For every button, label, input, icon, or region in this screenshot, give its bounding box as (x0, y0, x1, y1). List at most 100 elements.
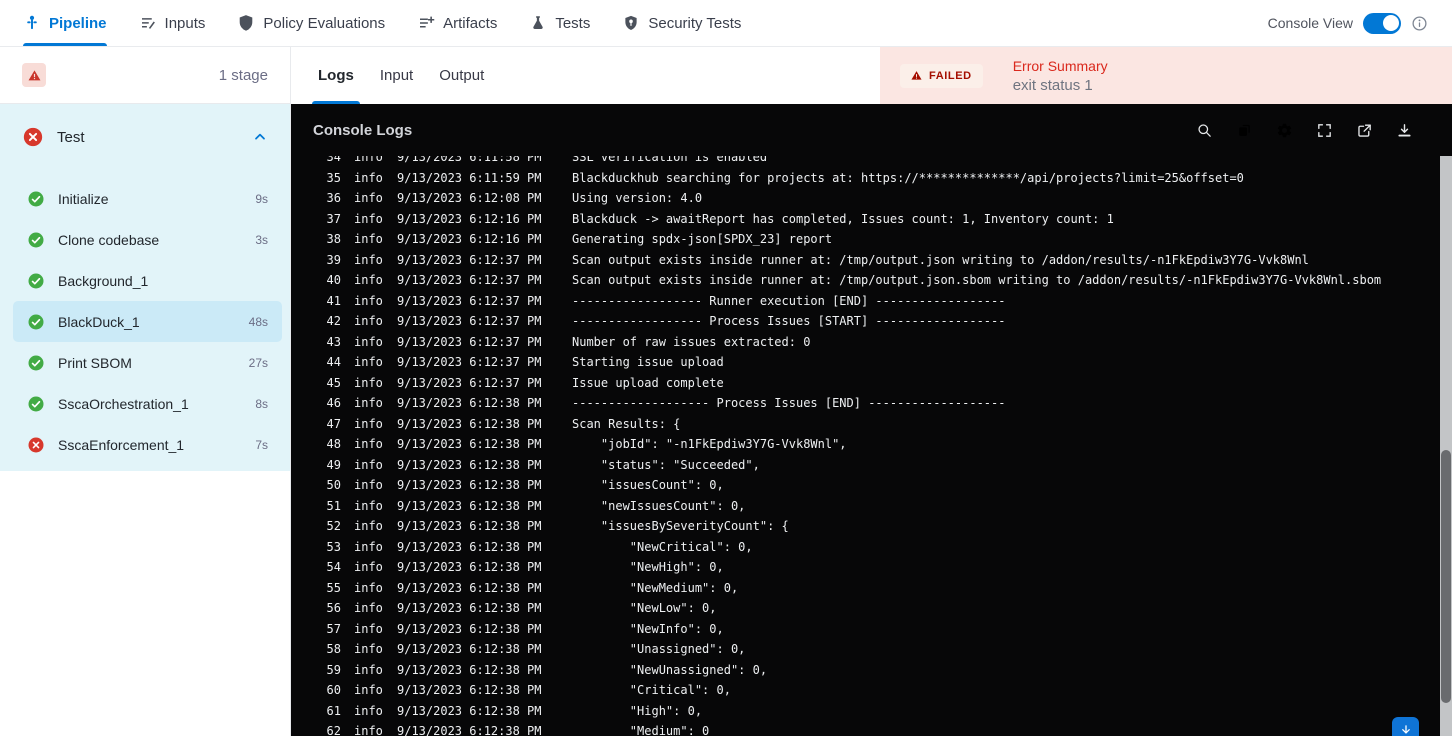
log-message: Scan output exists inside runner at: /tm… (572, 273, 1382, 287)
log-message: "NewInfo": 0, (572, 621, 724, 636)
log-message: ------------------- Process Issues [END]… (572, 396, 1006, 410)
log-line: 45 info 9/13/2023 6:12:37 PM Issue uploa… (291, 373, 1440, 394)
artifacts-icon (420, 16, 435, 28)
log-line: 41 info 9/13/2023 6:12:37 PM -----------… (291, 291, 1440, 312)
toggle-knob (1382, 15, 1399, 31)
log-line-number: 39 (326, 252, 341, 267)
policy-shield-check-icon (240, 15, 253, 31)
tab-security-tests[interactable]: Security Tests (622, 0, 741, 46)
copy-icon[interactable] (1236, 122, 1253, 139)
console-view-label: Console View (1267, 15, 1353, 31)
tab-tests[interactable]: Tests (529, 0, 590, 46)
log-line-number: 60 (326, 683, 341, 697)
fullscreen-icon[interactable] (1316, 122, 1333, 139)
log-level: info (354, 293, 383, 308)
error-summary-text: Error Summary exit status 1 (1013, 58, 1108, 94)
log-timestamp: 9/13/2023 6:12:38 PM (397, 498, 542, 513)
log-line-number: 36 (326, 191, 341, 205)
chevron-up-icon[interactable] (252, 129, 268, 145)
scroll-to-bottom-button[interactable] (1392, 717, 1419, 736)
content-area: 1 stage Test Initialize 9s Clone codebas… (0, 47, 1452, 736)
step-status-icon (27, 436, 45, 454)
log-line: 52 info 9/13/2023 6:12:38 PM "issuesBySe… (291, 516, 1440, 537)
step-name: Background_1 (58, 272, 149, 289)
tab-artifacts[interactable]: Artifacts (417, 0, 497, 46)
log-timestamp: 9/13/2023 6:12:38 PM (397, 683, 542, 697)
log-line-number: 48 (326, 437, 341, 451)
log-level: info (354, 211, 383, 226)
log-level: info (354, 252, 383, 267)
log-timestamp: 9/13/2023 6:12:38 PM (397, 457, 542, 472)
download-icon[interactable] (1396, 122, 1413, 139)
step-status-icon (27, 313, 45, 331)
search-icon[interactable] (1196, 122, 1213, 139)
log-line: 58 info 9/13/2023 6:12:38 PM "Unassigned… (291, 639, 1440, 660)
log-line: 51 info 9/13/2023 6:12:38 PM "newIssuesC… (291, 496, 1440, 517)
log-line: 44 info 9/13/2023 6:12:37 PM Starting is… (291, 352, 1440, 373)
log-lines: 34 info 9/13/2023 6:11:58 PM SSL verific… (291, 156, 1440, 736)
step-row[interactable]: SscaOrchestration_1 8s (13, 383, 282, 424)
step-row[interactable]: Initialize 9s (13, 178, 282, 219)
log-line: 48 info 9/13/2023 6:12:38 PM "jobId": "-… (291, 434, 1440, 455)
tab-logs[interactable]: Logs (305, 47, 367, 104)
console-view-toggle[interactable] (1363, 12, 1401, 34)
step-name: Initialize (58, 190, 109, 207)
log-timestamp: 9/13/2023 6:12:38 PM (397, 703, 542, 718)
log-line: 60 info 9/13/2023 6:12:38 PM "Critical":… (291, 680, 1440, 701)
log-timestamp: 9/13/2023 6:12:37 PM (397, 334, 542, 349)
tab-input-label: Input (379, 67, 414, 84)
info-icon[interactable] (1411, 15, 1428, 32)
stage-header-test[interactable]: Test (0, 104, 290, 170)
log-line: 40 info 9/13/2023 6:12:37 PM Scan output… (291, 270, 1440, 291)
step-row[interactable]: SscaEnforcement_1 7s (13, 424, 282, 465)
log-timestamp: 9/13/2023 6:12:38 PM (397, 621, 542, 636)
settings-gear-icon[interactable] (1276, 122, 1293, 139)
console-log-area[interactable]: 34 info 9/13/2023 6:11:58 PM SSL verific… (291, 156, 1440, 736)
log-timestamp: 9/13/2023 6:12:38 PM (397, 580, 542, 595)
tab-output[interactable]: Output (426, 47, 497, 104)
log-line-number: 43 (326, 334, 341, 349)
log-level: info (354, 170, 383, 185)
log-message: ------------------ Runner execution [END… (572, 293, 1006, 308)
tab-policy-evaluations[interactable]: Policy Evaluations (237, 0, 385, 46)
log-timestamp: 9/13/2023 6:12:37 PM (397, 355, 542, 369)
log-level: info (354, 580, 383, 595)
tab-input[interactable]: Input (367, 47, 426, 104)
log-message: "NewLow": 0, (572, 601, 717, 615)
log-line-number: 54 (326, 560, 341, 574)
log-level: info (354, 662, 383, 677)
log-line: 55 info 9/13/2023 6:12:38 PM "NewMedium"… (291, 578, 1440, 599)
log-level: info (354, 703, 383, 718)
log-line: 54 info 9/13/2023 6:12:38 PM "NewHigh": … (291, 557, 1440, 578)
log-timestamp: 9/13/2023 6:12:37 PM (397, 293, 542, 308)
log-timestamp: 9/13/2023 6:12:38 PM (397, 416, 542, 431)
log-level: info (354, 273, 383, 287)
log-message: "NewHigh": 0, (572, 560, 724, 574)
log-line-number: 45 (326, 375, 341, 390)
step-row[interactable]: Background_1 (13, 260, 282, 301)
log-line-number: 37 (326, 211, 341, 226)
scrollbar-thumb[interactable] (1441, 450, 1451, 703)
log-line-number: 61 (326, 703, 341, 718)
log-level: info (354, 724, 383, 736)
warning-triangle-icon (911, 71, 922, 80)
step-row[interactable]: Clone codebase 3s (13, 219, 282, 260)
tab-inputs[interactable]: Inputs (139, 0, 205, 46)
tab-policy-evaluations-label: Policy Evaluations (263, 14, 386, 32)
log-level: info (354, 396, 383, 410)
log-line-number: 41 (326, 293, 341, 308)
failed-badge-label: FAILED (929, 69, 972, 82)
step-row[interactable]: Print SBOM 27s (13, 342, 282, 383)
console-scrollbar[interactable] (1440, 156, 1452, 736)
tab-pipeline[interactable]: Pipeline (23, 0, 107, 46)
step-row[interactable]: BlackDuck_1 48s (13, 301, 282, 342)
open-in-new-icon[interactable] (1356, 122, 1373, 139)
log-level: info (354, 498, 383, 513)
log-message: Scan output exists inside runner at: /tm… (572, 252, 1309, 267)
log-line-number: 46 (326, 396, 341, 410)
arrow-down-icon (1401, 725, 1410, 734)
step-name: Print SBOM (58, 354, 132, 371)
log-timestamp: 9/13/2023 6:12:16 PM (397, 211, 542, 226)
log-level: info (354, 601, 383, 615)
log-tab-row: Logs Input Output FAILED Error Summary e… (291, 47, 1452, 104)
